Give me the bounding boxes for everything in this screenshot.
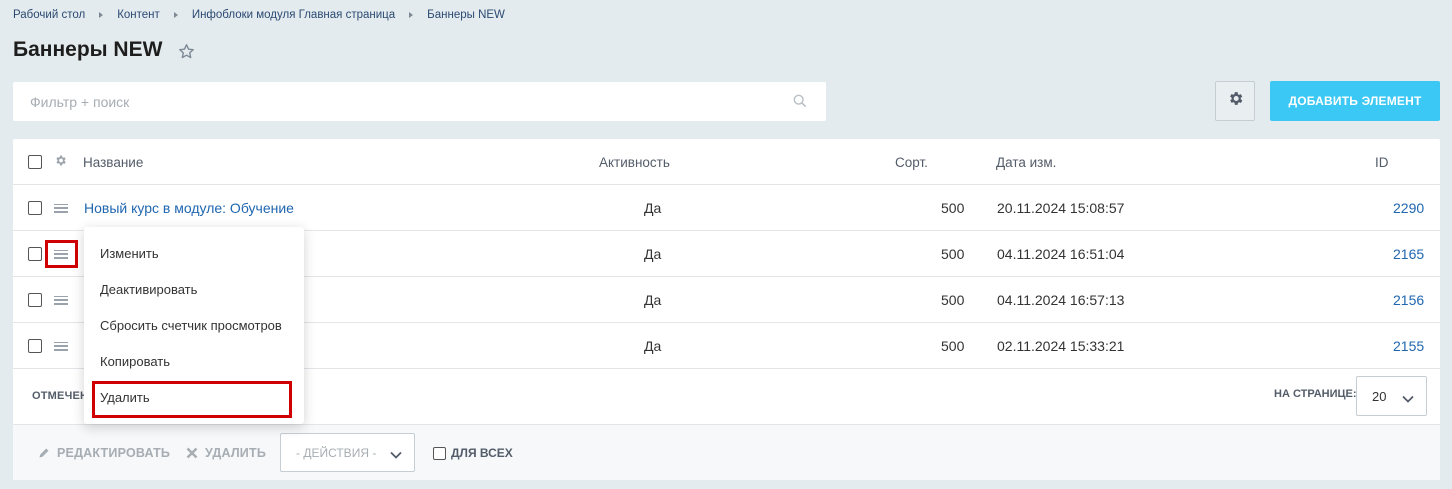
chevron-down-icon <box>1402 391 1414 406</box>
delete-button-label: УДАЛИТЬ <box>205 446 267 460</box>
row-sort: 500 <box>941 246 965 262</box>
header-name[interactable]: Название <box>83 139 143 185</box>
filter-search-box[interactable] <box>13 82 826 121</box>
menu-item-deactivate[interactable]: Деактивировать <box>100 271 197 307</box>
per-page-select[interactable]: 20 <box>1356 376 1427 416</box>
row-active: Да <box>644 292 662 308</box>
table-row[interactable]: Новый курс в модуле: Обучение Да 500 20.… <box>13 185 1440 231</box>
for-all-label: ДЛЯ ВСЕХ <box>451 446 513 460</box>
header-date[interactable]: Дата изм. <box>996 139 1056 185</box>
row-checkbox-cell <box>28 185 42 231</box>
row-sort: 500 <box>941 292 965 308</box>
table-header: Название Активность Сорт. Дата изм. ID <box>13 139 1440 185</box>
delete-highlight-frame <box>92 381 292 418</box>
per-page-value: 20 <box>1372 388 1387 404</box>
header-active[interactable]: Активность <box>599 139 670 185</box>
row-menu-highlight-frame <box>45 240 78 268</box>
gear-icon <box>1227 90 1244 112</box>
breadcrumb-separator-icon <box>409 12 414 18</box>
pencil-icon <box>38 447 50 459</box>
row-active: Да <box>644 200 662 216</box>
row-menu-cell <box>54 277 68 323</box>
row-date: 04.11.2024 16:51:04 <box>997 246 1125 262</box>
breadcrumb: Рабочий стол Контент Инфоблоки модуля Гл… <box>13 9 505 21</box>
close-icon <box>186 447 198 459</box>
row-id-link[interactable]: 2165 <box>1393 231 1424 277</box>
breadcrumb-item-desktop[interactable]: Рабочий стол <box>13 9 85 21</box>
row-actions-menu-icon[interactable] <box>54 295 68 305</box>
group-actions-panel: РЕДАКТИРОВАТЬ УДАЛИТЬ - ДЕЙСТВИЯ - ДЛЯ В… <box>13 424 1440 480</box>
row-sort: 500 <box>941 200 965 216</box>
breadcrumb-item-current[interactable]: Баннеры NEW <box>427 9 505 21</box>
actions-select[interactable]: - ДЕЙСТВИЯ - <box>280 433 415 472</box>
settings-button[interactable] <box>1215 81 1255 121</box>
edit-button[interactable]: РЕДАКТИРОВАТЬ <box>38 425 170 481</box>
row-checkbox-cell <box>28 277 42 323</box>
row-id-link[interactable]: 2156 <box>1393 277 1424 323</box>
row-menu-cell <box>54 323 68 369</box>
chevron-down-icon <box>390 448 402 462</box>
for-all-checkbox[interactable] <box>433 446 446 460</box>
actions-select-value: - ДЕЙСТВИЯ - <box>296 445 377 460</box>
breadcrumb-separator-icon <box>173 12 178 18</box>
menu-item-copy[interactable]: Копировать <box>100 343 170 379</box>
row-active: Да <box>644 246 662 262</box>
delete-button[interactable]: УДАЛИТЬ <box>186 425 266 481</box>
row-actions-menu-icon[interactable] <box>54 341 68 351</box>
per-page-label: НА СТРАНИЦЕ: <box>1274 388 1357 400</box>
search-icon[interactable] <box>793 94 807 111</box>
edit-button-label: РЕДАКТИРОВАТЬ <box>57 446 171 460</box>
menu-item-edit[interactable]: Изменить <box>100 235 159 271</box>
row-checkbox[interactable] <box>28 339 42 353</box>
breadcrumb-item-infoblocks[interactable]: Инфоблоки модуля Главная страница <box>192 9 395 21</box>
row-name-link[interactable]: Новый курс в модуле: Обучение <box>84 185 294 231</box>
header-id[interactable]: ID <box>1375 139 1389 185</box>
add-element-button[interactable]: ДОБАВИТЬ ЭЛЕМЕНТ <box>1270 81 1440 121</box>
row-checkbox[interactable] <box>28 247 42 261</box>
menu-item-reset-views[interactable]: Сбросить счетчик просмотров <box>100 307 282 343</box>
row-date: 04.11.2024 16:57:13 <box>997 292 1125 308</box>
row-id-link[interactable]: 2155 <box>1393 323 1424 369</box>
row-checkbox[interactable] <box>28 293 42 307</box>
star-icon[interactable] <box>178 43 195 60</box>
filter-search-input[interactable] <box>30 93 770 110</box>
row-date: 20.11.2024 15:08:57 <box>997 200 1125 216</box>
breadcrumb-separator-icon <box>99 12 104 18</box>
row-checkbox[interactable] <box>28 201 42 215</box>
column-settings-gear-icon[interactable] <box>54 154 67 170</box>
select-all-cell <box>28 139 42 185</box>
row-sort: 500 <box>941 338 965 354</box>
select-all-checkbox[interactable] <box>28 155 42 169</box>
page-title: Баннеры NEW <box>13 38 163 61</box>
column-settings-cell <box>54 139 67 185</box>
row-checkbox-cell <box>28 231 42 277</box>
row-actions-menu-icon[interactable] <box>54 203 68 213</box>
selected-count-label: ОТМЕЧЕН <box>32 390 89 402</box>
for-all-toggle[interactable]: ДЛЯ ВСЕХ <box>433 425 513 481</box>
page-header: Баннеры NEW <box>13 38 195 62</box>
row-date: 02.11.2024 15:33:21 <box>997 338 1125 354</box>
breadcrumb-item-content[interactable]: Контент <box>117 9 160 21</box>
header-sort[interactable]: Сорт. <box>895 139 928 185</box>
row-active: Да <box>644 338 662 354</box>
row-menu-cell <box>54 185 68 231</box>
row-checkbox-cell <box>28 323 42 369</box>
row-id-link[interactable]: 2290 <box>1393 185 1424 231</box>
